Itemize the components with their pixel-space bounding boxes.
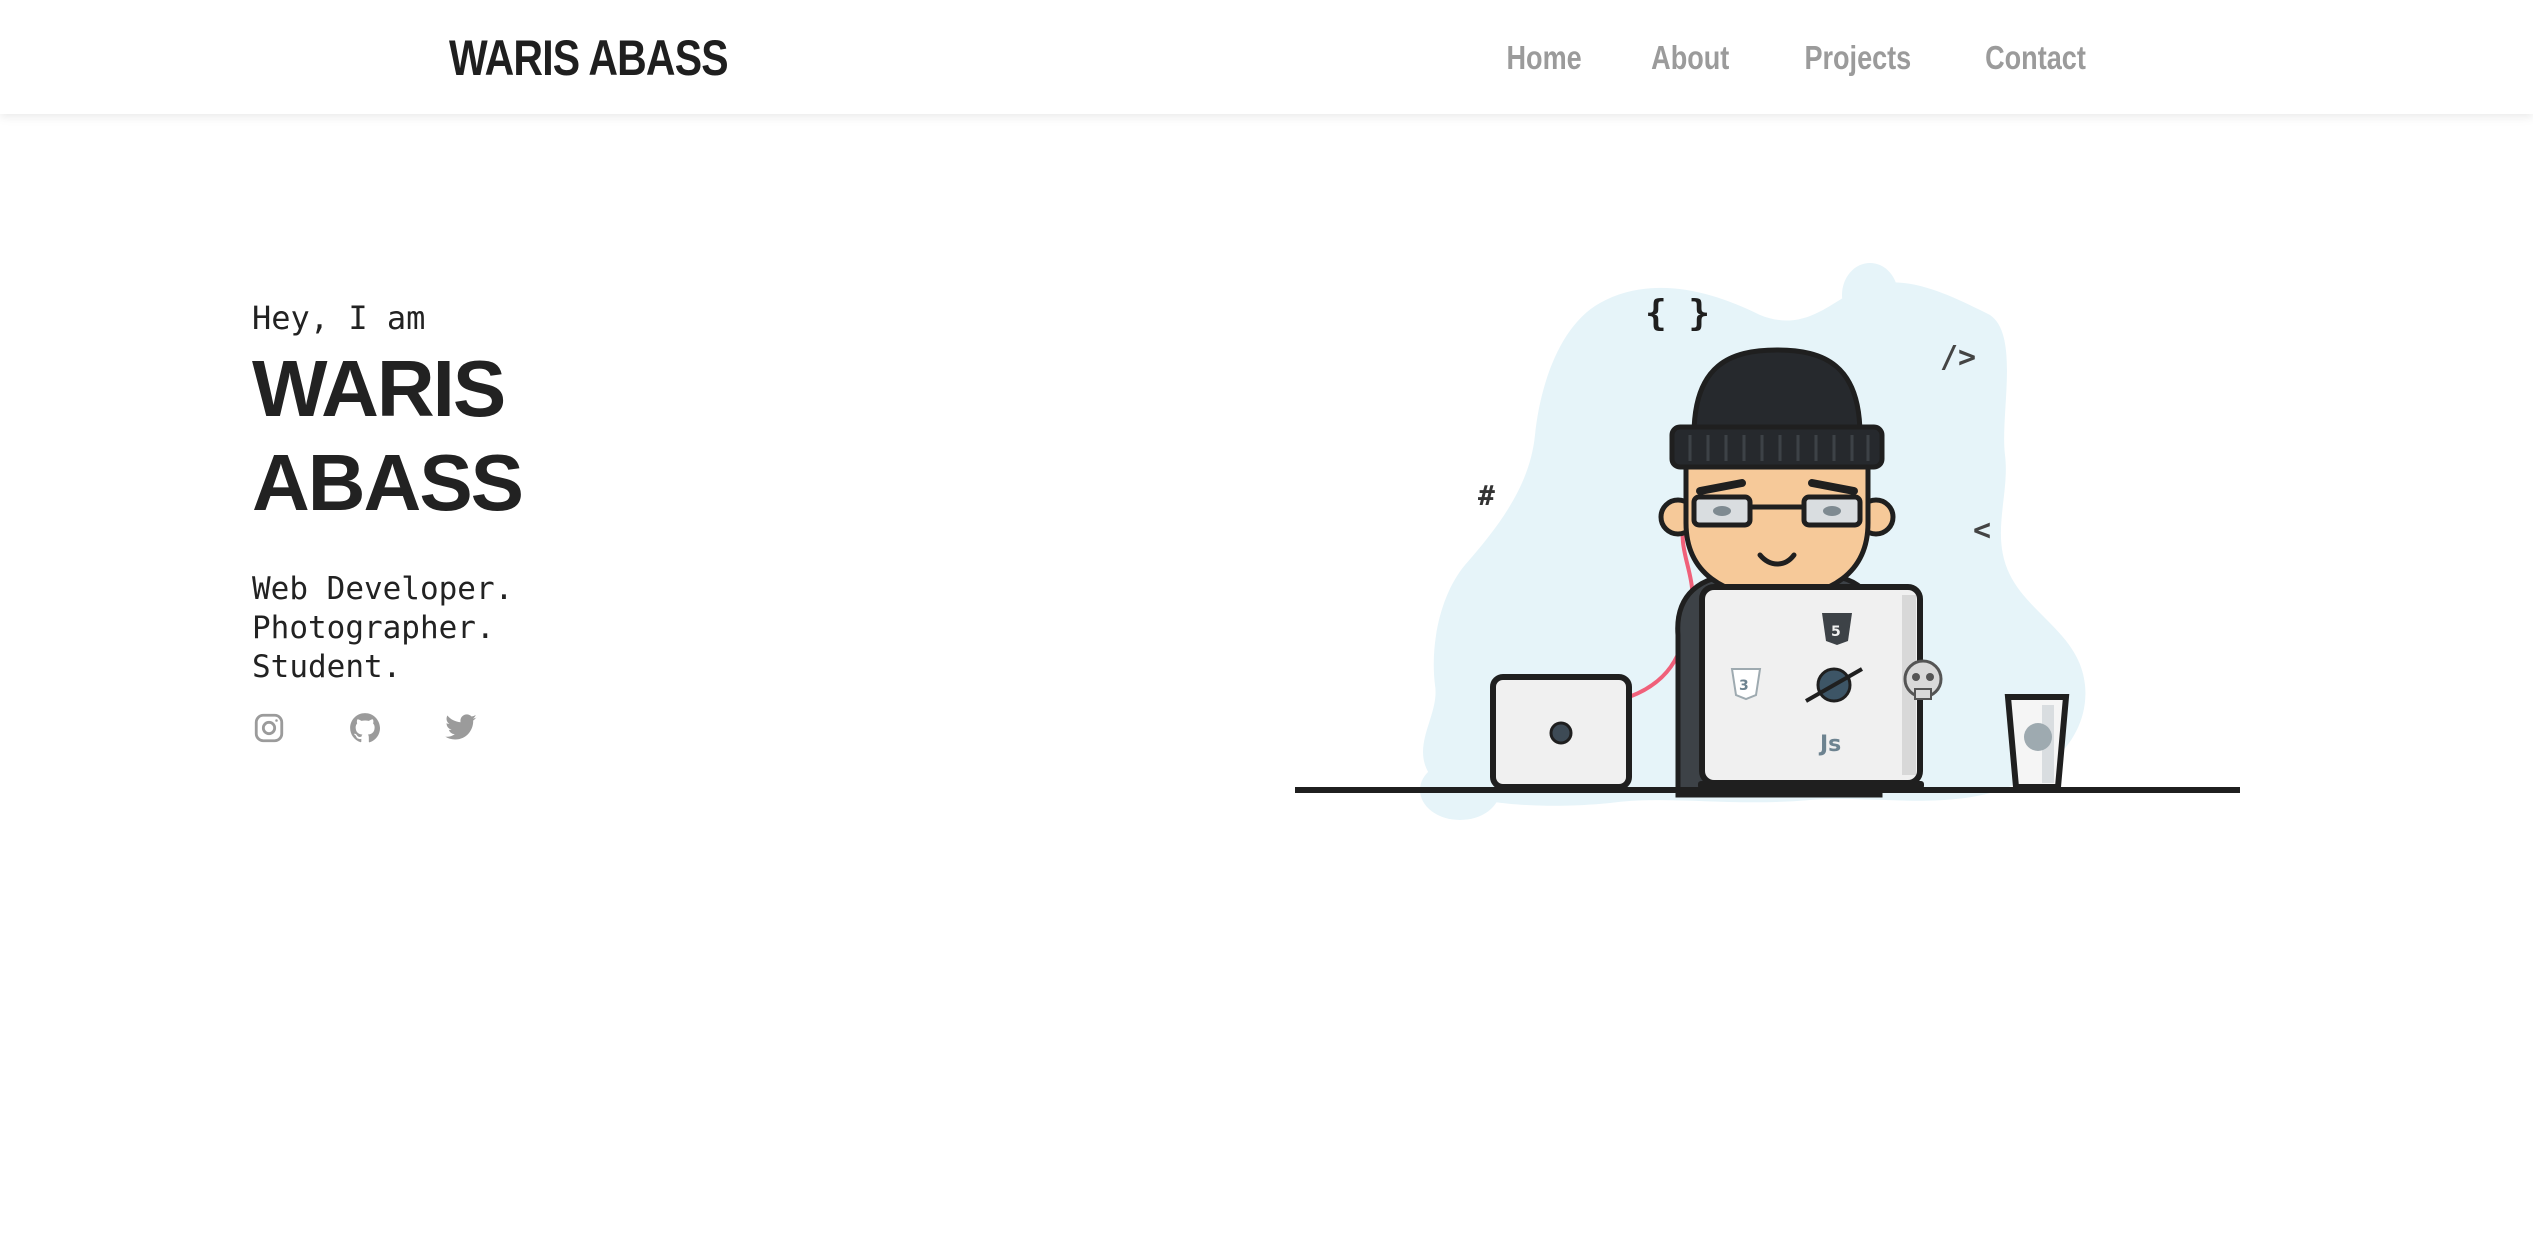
social-links [252,711,540,745]
nav-link-projects[interactable]: Projects [1804,38,1911,78]
top-navbar: WARIS ABASS Home About Projects Contact [0,0,2533,114]
hero-name: WARIS ABASS [252,342,540,530]
background-blob-dot [1842,263,1898,327]
hero-name-first: WARIS [252,344,506,433]
hero-name-last: ABASS [252,438,524,527]
symbol-hash: # [1478,479,1495,512]
symbol-braces: { } [1645,293,1710,334]
github-icon[interactable] [348,711,382,745]
hero-greeting: Hey, I am [252,299,426,337]
role-photographer: Photographer. [252,610,495,646]
symbol-closing-tag: /> [1940,340,1976,375]
nav-link-home[interactable]: Home [1506,38,1581,78]
main-laptop: 5 3 Js [1698,584,1943,789]
role-web-developer: Web Developer. [252,571,514,607]
nav-link-contact[interactable]: Contact [1985,38,2086,78]
hero-roles: Web Developer. Photographer. Student. [252,570,540,687]
svg-text:5: 5 [1831,624,1841,640]
hero-intro: Hey, I am WARIS ABASS Web Developer. Pho… [252,296,540,745]
js-sticker: Js [1818,732,1841,757]
twitter-icon[interactable] [444,711,478,745]
instagram-icon[interactable] [252,711,286,745]
brand-logo-text[interactable]: WARIS ABASS [449,28,729,88]
main-nav: Home About Projects Contact [1438,38,2086,78]
nav-link-about[interactable]: About [1651,38,1729,78]
cup [2004,694,2070,790]
role-student: Student. [252,649,402,685]
symbol-chevron: < [1973,513,1991,548]
small-device [1490,674,1632,790]
svg-text:3: 3 [1739,678,1749,694]
developer-illustration: { } /> # < 5 3 Js [1290,255,2245,825]
